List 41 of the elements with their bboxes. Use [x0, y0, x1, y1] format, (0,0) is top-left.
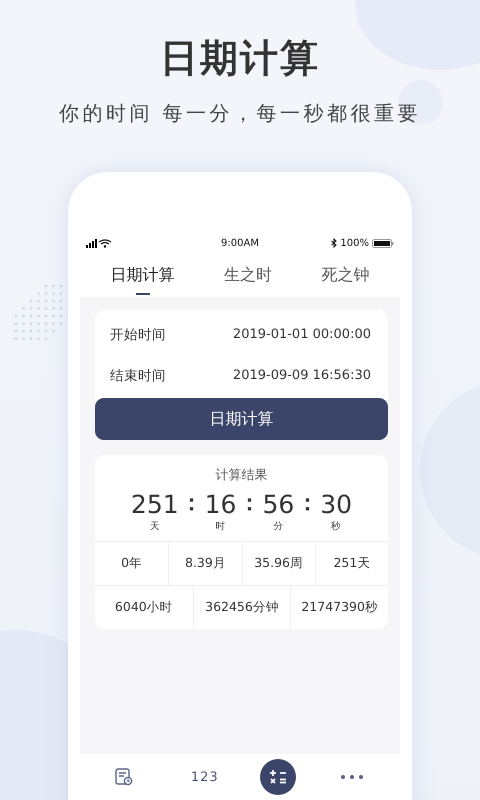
date-field[interactable]: 开始时间 2019-01-01 00:00:00 — [110, 314, 371, 355]
duration-value: 30 — [320, 490, 352, 520]
result-cell: 35.96周 — [242, 542, 315, 585]
colon-separator: ： — [295, 490, 320, 518]
battery-percent: 100% — [340, 238, 369, 248]
nav-tab[interactable] — [260, 759, 296, 795]
status-time: 9:00AM — [221, 238, 259, 248]
more-icon — [340, 774, 364, 780]
duration-unit: 分 — [273, 520, 284, 533]
calendar-clock-icon — [115, 768, 134, 786]
field-label: 开始时间 — [110, 326, 166, 344]
calculate-button[interactable]: 日期计算 — [95, 398, 388, 440]
duration-value: 56 — [262, 490, 294, 520]
nav-tab[interactable]: 123 — [180, 759, 230, 795]
colon-separator: ： — [180, 490, 204, 518]
result-title: 计算结果 — [214, 467, 268, 484]
result-cell: 21747390秒 — [290, 586, 388, 629]
date-field[interactable]: 结束时间 2019-09-09 16:56:30 — [110, 355, 371, 396]
result-cell-text: 6040小时 — [114, 598, 174, 616]
duration-value: 251 — [130, 490, 179, 520]
field-value: 2019-01-01 00:00:00 — [232, 327, 371, 342]
field-label: 结束时间 — [110, 366, 166, 384]
tab[interactable]: 日期计算 — [102, 253, 183, 297]
duration-unit: 时 — [216, 520, 226, 533]
tab[interactable]: 死之钟 — [313, 253, 378, 297]
calculator-icon — [269, 768, 288, 786]
page-subtitle: 你的时间 每一分，每一秒都很重要 — [58, 100, 422, 127]
bluetooth-icon — [331, 238, 338, 248]
duration-unit: 天 — [150, 520, 160, 533]
result-cell: 251天 — [314, 542, 388, 585]
result-cell: 362456分钟 — [192, 586, 290, 629]
result-cell-text: 0年 — [120, 554, 144, 572]
tab[interactable]: 生之时 — [216, 253, 280, 297]
result-cell: 8.39月 — [168, 542, 242, 585]
battery-icon — [372, 238, 394, 248]
field-value: 2019-09-09 16:56:30 — [232, 368, 371, 383]
signal-wifi-icon — [86, 238, 112, 248]
duration-value: 16 — [204, 490, 236, 520]
colon-separator: ： — [237, 490, 262, 518]
page-title: 日期计算 — [160, 35, 320, 82]
duration-unit: 秒 — [331, 520, 342, 533]
